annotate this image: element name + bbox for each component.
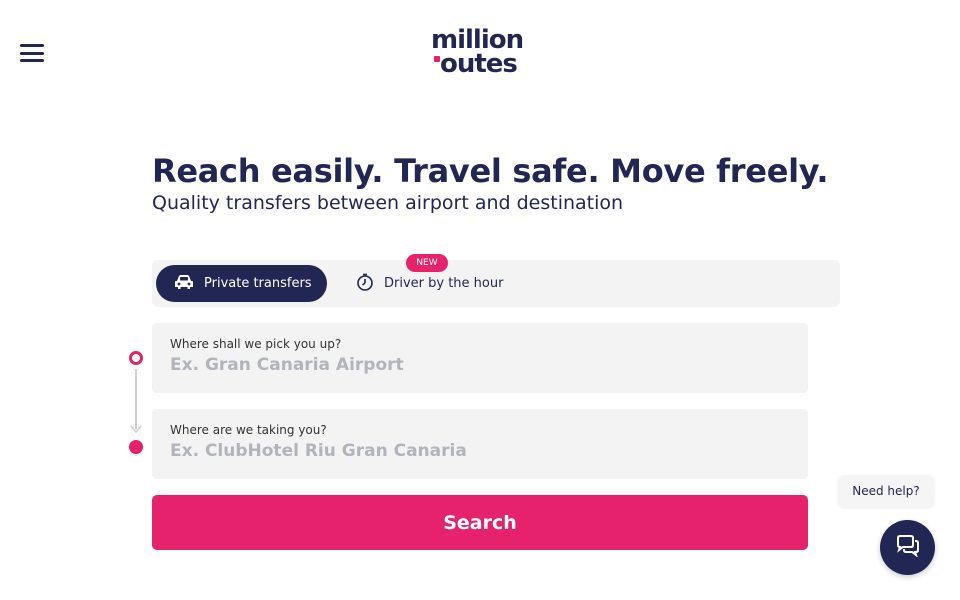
pickup-label: Where shall we pick you up?: [170, 337, 342, 351]
hero-subtitle: Quality transfers between airport and de…: [152, 192, 624, 214]
service-tabs: Private transfers Driver by the hour NEW: [152, 254, 840, 307]
hero-title: Reach easily. Travel safe. Move freely.: [152, 152, 829, 190]
route-end-marker: [129, 440, 143, 454]
help-chat-button[interactable]: [880, 520, 935, 575]
menu-bar: [20, 44, 44, 47]
new-badge: NEW: [406, 254, 448, 272]
pickup-field[interactable]: Where shall we pick you up?: [152, 323, 808, 393]
menu-bar: [20, 51, 44, 55]
dropoff-label: Where are we taking you?: [170, 423, 327, 437]
search-button[interactable]: Search: [152, 495, 808, 550]
car-icon: [174, 274, 194, 294]
hamburger-menu-icon[interactable]: [20, 42, 46, 64]
logo-accent-mark: [434, 56, 440, 62]
dropoff-field[interactable]: Where are we taking you?: [152, 409, 808, 479]
logo[interactable]: million outes: [431, 27, 531, 79]
logo-line-2-text: outes: [440, 49, 518, 79]
route-start-marker: [129, 351, 143, 365]
tab-hour-label: Driver by the hour: [384, 276, 504, 291]
route-arrow-icon: [130, 425, 142, 434]
tab-private-transfers[interactable]: Private transfers: [156, 265, 327, 302]
stopwatch-icon: [356, 273, 374, 295]
route-connector-line: [135, 369, 137, 429]
chat-bubbles-icon: [895, 534, 921, 561]
page: million outes Reach easily. Travel safe.…: [0, 0, 960, 600]
menu-bar: [20, 59, 44, 62]
need-help-bubble[interactable]: Need help?: [838, 475, 934, 507]
pickup-input[interactable]: [170, 355, 790, 375]
logo-line-2: outes: [431, 49, 531, 79]
dropoff-input[interactable]: [170, 441, 790, 461]
tab-private-label: Private transfers: [204, 276, 312, 291]
